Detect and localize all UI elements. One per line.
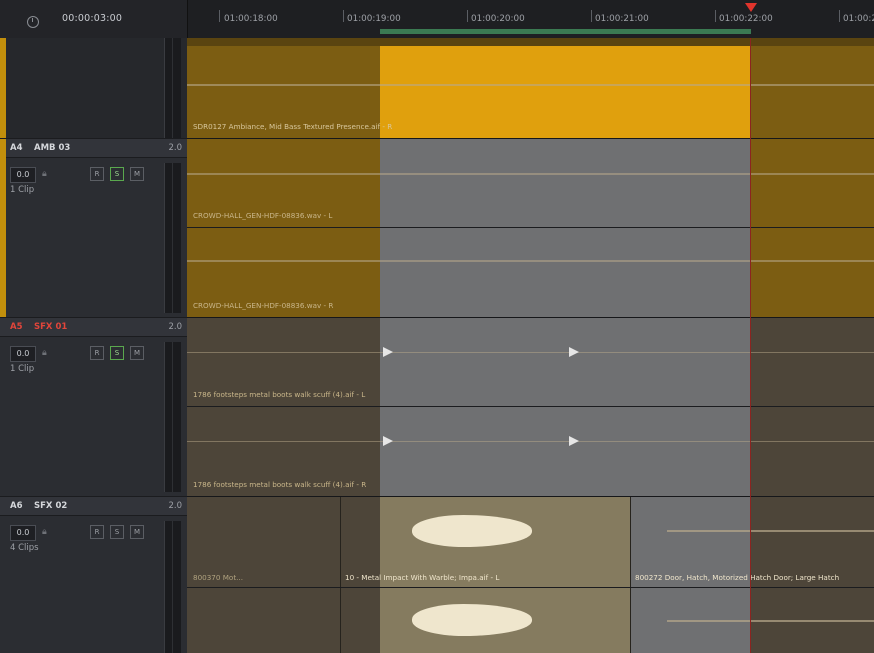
ruler-label: 01:00:20:00: [471, 14, 525, 24]
ruler-label: 01:00:2: [843, 14, 874, 24]
solo-button[interactable]: S: [110, 346, 124, 360]
clip-name: CROWD-HALL_GEN-HDF-08836.wav - R: [193, 301, 334, 310]
level-meter: [164, 163, 181, 313]
ruler-label: 01:00:22:00: [719, 14, 773, 24]
level-meter: [164, 342, 181, 492]
clock-icon: [27, 16, 39, 28]
track-channels: 2.0: [168, 322, 182, 332]
playhead-marker-icon[interactable]: [745, 3, 757, 12]
ruler-tick: [715, 10, 716, 22]
clip-amb-l[interactable]: CROWD-HALL_GEN-HDF-08836.wav - L: [187, 139, 874, 227]
clip-name: 1786 footsteps metal boots walk scuff (4…: [193, 390, 366, 399]
waveform: [187, 260, 874, 262]
volume-field[interactable]: 0.0: [10, 167, 36, 183]
clip-sfx01-r[interactable]: 1786 footsteps metal boots walk scuff (4…: [187, 407, 874, 496]
ruler-label: 01:00:21:00: [595, 14, 649, 24]
track-header-a6[interactable]: A6 SFX 02 2.0 0.0 🔒︎ R S M 4 Clips: [0, 497, 187, 653]
volume-field[interactable]: 0.0: [10, 525, 36, 541]
track-name[interactable]: SFX 02: [34, 501, 67, 511]
track-header-bar: A6 SFX 02 2.0: [0, 497, 187, 516]
waveform: [667, 530, 874, 532]
timecode-text: 00:00:03:00: [62, 13, 123, 24]
level-meter: [164, 521, 181, 653]
volume-field[interactable]: 0.0: [10, 346, 36, 362]
clip-amb-r[interactable]: CROWD-HALL_GEN-HDF-08836.wav - R: [187, 228, 874, 317]
track-number: A5: [10, 322, 23, 332]
solo-button[interactable]: S: [110, 167, 124, 181]
playhead-line[interactable]: [750, 38, 751, 653]
transient: [569, 436, 579, 446]
in-out-range-bar[interactable]: [380, 29, 751, 34]
track-header-bar: A4 AMB 03 2.0: [0, 139, 187, 158]
record-arm-button[interactable]: R: [90, 167, 104, 181]
solo-button[interactable]: S: [110, 525, 124, 539]
clip-selection: [380, 38, 751, 138]
clip-count: 1 Clip: [10, 364, 35, 374]
transient: [569, 347, 579, 357]
clip-selection: [380, 139, 751, 227]
clip-name: 800370 Mot...: [193, 573, 243, 582]
clip-selection: [380, 318, 751, 406]
ruler-tick: [467, 10, 468, 22]
waveform: [187, 173, 874, 175]
record-arm-button[interactable]: R: [90, 346, 104, 360]
track-channels: 2.0: [168, 143, 182, 153]
track-header-bar: A5 SFX 01 2.0: [0, 318, 187, 337]
lock-icon[interactable]: 🔒︎: [42, 169, 47, 179]
timecode-display: 00:00:03:00: [0, 0, 188, 38]
clip-name: 10 - Metal Impact With Warble; Impa.aif …: [345, 573, 500, 582]
lock-icon[interactable]: 🔒︎: [42, 527, 47, 537]
lock-icon[interactable]: 🔒︎: [42, 348, 47, 358]
ruler-tick: [343, 10, 344, 22]
track-header-a3: [0, 38, 187, 138]
clip-sfx02-l[interactable]: 800370 Mot... 10 - Metal Impact With War…: [187, 497, 874, 587]
track-header-a4[interactable]: A4 AMB 03 2.0 0.0 🔒︎ R S M 1 Clip: [0, 139, 187, 317]
transient: [383, 347, 393, 357]
ruler-tick: [591, 10, 592, 22]
waveform: [667, 620, 874, 622]
clip-count: 1 Clip: [10, 185, 35, 195]
track-channels: 2.0: [168, 501, 182, 511]
ruler-tick: [839, 10, 840, 22]
track-color-bar: [0, 139, 6, 317]
track-name[interactable]: AMB 03: [34, 143, 70, 153]
record-arm-button[interactable]: R: [90, 525, 104, 539]
clip-selection: [380, 407, 751, 496]
ruler-tick: [219, 10, 220, 22]
track-number: A4: [10, 143, 23, 153]
clip-sfx01-l[interactable]: 1786 footsteps metal boots walk scuff (4…: [187, 318, 874, 406]
clip-header-strip: [187, 38, 874, 46]
transient: [383, 436, 393, 446]
mute-button[interactable]: M: [130, 167, 144, 181]
ruler-label: 01:00:19:00: [347, 14, 401, 24]
track-color-bar: [0, 38, 6, 138]
clip-top[interactable]: SDR0127 Ambiance, Mid Bass Textured Pres…: [187, 38, 874, 138]
level-meter: [164, 38, 181, 138]
clip-name: SDR0127 Ambiance, Mid Bass Textured Pres…: [193, 122, 393, 131]
clip-selection: [380, 228, 751, 317]
mute-button[interactable]: M: [130, 525, 144, 539]
clip-name: CROWD-HALL_GEN-HDF-08836.wav - L: [193, 211, 333, 220]
waveform: [187, 352, 874, 353]
ruler-label: 01:00:18:00: [224, 14, 278, 24]
clip-name: 800272 Door, Hatch, Motorized Hatch Door…: [635, 573, 840, 582]
mute-button[interactable]: M: [130, 346, 144, 360]
track-header-a5[interactable]: A5 SFX 01 2.0 0.0 🔒︎ R S M 1 Clip: [0, 318, 187, 496]
track-number: A6: [10, 501, 23, 511]
waveform: [187, 84, 874, 86]
clip-sfx02-r[interactable]: [187, 588, 874, 653]
track-name[interactable]: SFX 01: [34, 322, 67, 332]
clip-count: 4 Clips: [10, 543, 39, 553]
clip-name: 1786 footsteps metal boots walk scuff (4…: [193, 480, 367, 489]
waveform: [187, 441, 874, 442]
